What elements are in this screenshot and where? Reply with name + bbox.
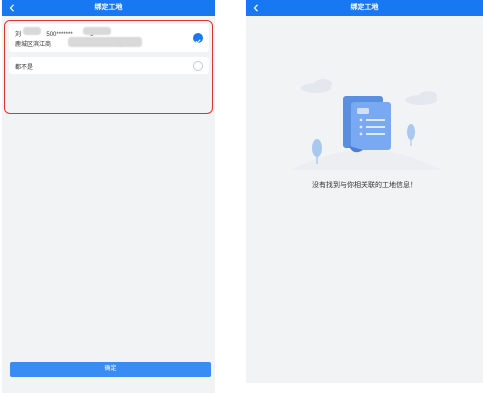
confirm-button[interactable]: 确定 xyxy=(10,362,211,377)
header-bar: 绑定工地 xyxy=(2,0,215,16)
page-title: 绑定工地 xyxy=(350,4,379,11)
site-option-card[interactable]: 刘 500******* 3 鹿城区滨江商 工程 xyxy=(9,24,209,52)
page-title: 绑定工地 xyxy=(94,4,123,11)
contact-name: 刘 xyxy=(15,32,22,38)
address-prefix: 鹿城区滨江商 xyxy=(15,42,52,48)
bind-site-screen-left: 绑定工地 刘 500******* 3 鹿城区滨江商 工程 都不是 确定 xyxy=(2,0,215,393)
empty-document-illustration xyxy=(291,79,441,170)
checked-radio-icon[interactable] xyxy=(193,33,203,44)
empty-state-message: 没有找到与你相关联的工地信息！ xyxy=(312,182,417,189)
none-option-card[interactable]: 都不是 xyxy=(9,57,209,74)
unchecked-radio-icon[interactable] xyxy=(193,61,203,71)
redaction-blur xyxy=(83,27,111,35)
none-option-label: 都不是 xyxy=(15,65,34,71)
redaction-blur xyxy=(23,27,41,35)
redaction-blur xyxy=(68,37,142,47)
header-bar: 绑定工地 xyxy=(246,0,483,16)
bind-site-screen-right: 绑定工地 没有找到与你相关联的工地信息！ xyxy=(246,0,483,383)
